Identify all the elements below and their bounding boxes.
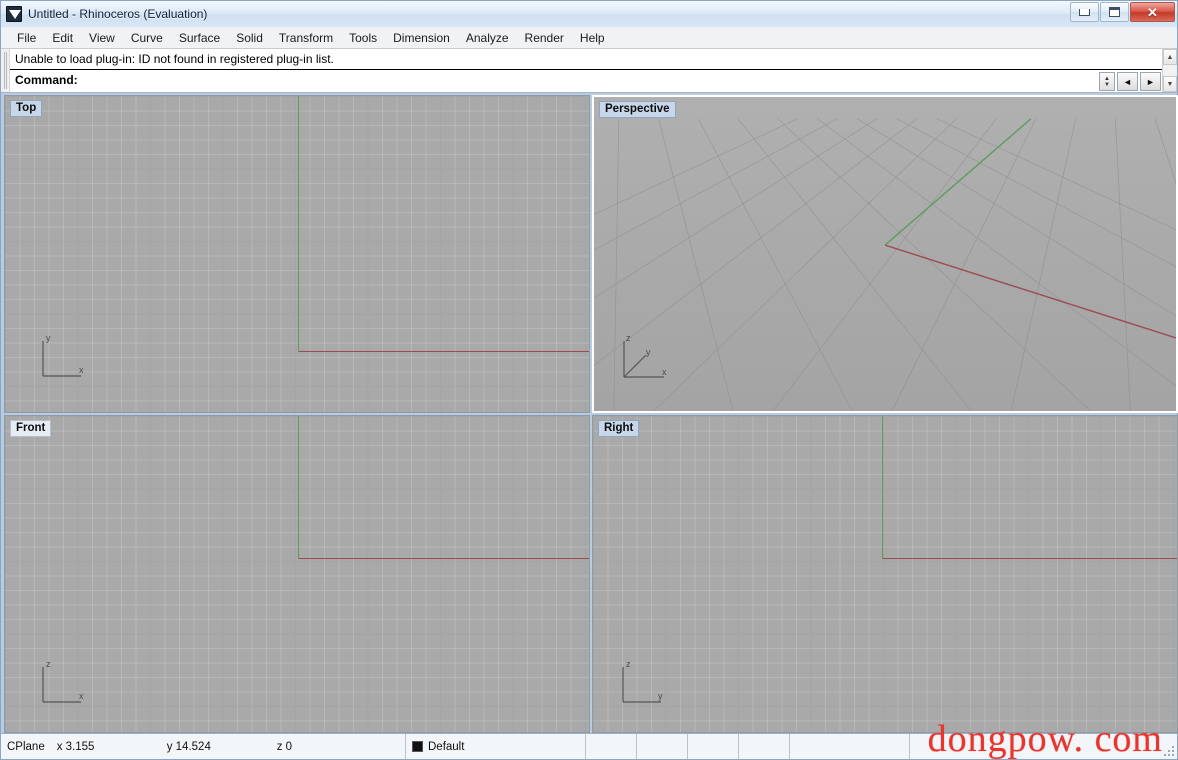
command-lines: Unable to load plug-in: ID not found in … (10, 49, 1162, 92)
svg-text:z: z (626, 333, 631, 343)
title-bar: Untitled - Rhinoceros (Evaluation) ✕ (1, 1, 1177, 27)
window-title: Untitled - Rhinoceros (Evaluation) (28, 7, 208, 21)
maximize-icon (1109, 7, 1120, 17)
scroll-track[interactable] (1163, 65, 1177, 76)
grid-perspective (594, 97, 1176, 411)
menu-item-analyze[interactable]: Analyze (458, 29, 517, 47)
command-area: Unable to load plug-in: ID not found in … (1, 49, 1177, 93)
cplane-label: CPlane (7, 740, 45, 753)
scroll-down-icon[interactable]: ▼ (1163, 76, 1177, 92)
status-pane-1[interactable] (586, 734, 637, 759)
viewport-label-right[interactable]: Right (598, 420, 640, 437)
command-prompt[interactable]: Command: (10, 70, 1162, 92)
menu-item-curve[interactable]: Curve (123, 29, 171, 47)
viewport-perspective[interactable]: Perspective z y x (592, 95, 1178, 413)
status-layer[interactable]: Default (406, 734, 586, 759)
command-prev-button[interactable]: ◄ (1117, 72, 1138, 91)
menu-item-help[interactable]: Help (572, 29, 613, 47)
menu-item-tools[interactable]: Tools (341, 29, 385, 47)
axis-gizmo-right: z y (615, 658, 669, 710)
axis-gizmo-front: z x (35, 658, 89, 710)
svg-text:y: y (646, 347, 651, 357)
axis-x-line-top (298, 351, 589, 352)
viewport-front[interactable]: Front z x (4, 415, 590, 733)
layer-name: Default (428, 740, 465, 753)
status-bar: CPlane x 3.155 y 14.524 z 0 Default dong… (1, 718, 1177, 760)
command-area-drag-handle[interactable] (1, 49, 10, 92)
close-button[interactable]: ✕ (1130, 2, 1175, 22)
svg-text:x: x (79, 365, 84, 375)
command-spinner[interactable]: ▲ ▼ (1099, 72, 1115, 91)
grid-top (5, 96, 589, 412)
svg-text:x: x (79, 691, 84, 701)
close-icon: ✕ (1147, 4, 1158, 20)
rhino-app-icon (6, 6, 22, 22)
svg-text:y: y (658, 691, 663, 701)
minimize-button[interactable] (1070, 2, 1099, 22)
status-pane-3[interactable] (688, 734, 739, 759)
status-pane-2[interactable] (637, 734, 688, 759)
status-coordinates[interactable]: CPlane x 3.155 y 14.524 z 0 (1, 734, 406, 759)
svg-text:x: x (662, 367, 667, 377)
rhino-main-window: Untitled - Rhinoceros (Evaluation) ✕ Fil… (0, 0, 1178, 760)
axis-x-line-front (298, 558, 589, 559)
menu-item-edit[interactable]: Edit (44, 29, 81, 47)
viewport-right[interactable]: Right z y (592, 415, 1178, 733)
command-prompt-label: Command: (15, 73, 78, 87)
menu-item-render[interactable]: Render (517, 29, 572, 47)
menu-bar: File Edit View Curve Surface Solid Trans… (1, 27, 1177, 49)
maximize-button[interactable] (1100, 2, 1129, 22)
menu-item-solid[interactable]: Solid (228, 29, 271, 47)
axis-y-line-top (298, 96, 299, 352)
coordinate-y: y 14.524 (166, 740, 211, 753)
minimize-icon (1079, 8, 1090, 16)
axis-z-line-front (298, 416, 299, 559)
menu-item-surface[interactable]: Surface (171, 29, 228, 47)
axis-gizmo-top: y x (35, 332, 89, 384)
axis-y-line-right (882, 558, 1177, 559)
command-scrollbar-vertical[interactable]: ▲ ▼ (1162, 49, 1177, 92)
grid-front (5, 416, 589, 732)
axis-gizmo-perspective: z y x (616, 331, 676, 387)
coordinate-z: z 0 (276, 740, 293, 753)
scroll-up-icon[interactable]: ▲ (1163, 49, 1177, 65)
viewport-label-front[interactable]: Front (10, 420, 52, 437)
status-pane-4[interactable] (739, 734, 790, 759)
spinner-down-icon: ▼ (1104, 81, 1110, 88)
coordinate-x: x 3.155 (56, 740, 95, 753)
command-nav-controls: ▲ ▼ ◄ ► (1099, 72, 1161, 91)
menu-item-dimension[interactable]: Dimension (385, 29, 458, 47)
window-controls: ✕ (1070, 2, 1175, 22)
command-history-line: Unable to load plug-in: ID not found in … (10, 49, 1162, 70)
viewport-label-perspective[interactable]: Perspective (599, 101, 676, 118)
svg-text:z: z (46, 659, 51, 669)
axis-z-line-right (882, 416, 883, 559)
menu-item-file[interactable]: File (9, 29, 44, 47)
viewport-label-top[interactable]: Top (10, 100, 43, 117)
status-pane-filler (910, 734, 1177, 759)
window-resize-grip[interactable] (1163, 745, 1175, 757)
svg-text:y: y (46, 333, 51, 343)
viewport-top[interactable]: Top y x (4, 95, 590, 413)
status-pane-5[interactable] (790, 734, 910, 759)
svg-text:z: z (626, 659, 631, 669)
layer-color-swatch[interactable] (412, 741, 423, 752)
command-next-button[interactable]: ► (1140, 72, 1161, 91)
grid-right (593, 416, 1177, 732)
menu-item-view[interactable]: View (81, 29, 123, 47)
viewport-grid: Top y x Perspective z y x Front z x Righ… (1, 93, 1178, 733)
menu-item-transform[interactable]: Transform (271, 29, 341, 47)
